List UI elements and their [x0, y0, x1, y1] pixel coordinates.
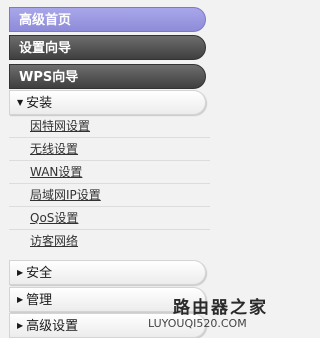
menu-security[interactable]: ▶ 安全: [9, 260, 206, 285]
menu-setup-wizard[interactable]: 设置向导: [9, 35, 206, 60]
install-submenu: 因特网设置 无线设置 WAN设置 局域网IP设置 QoS设置 访客网络: [9, 113, 210, 255]
menu-manage-label: 管理: [26, 293, 53, 308]
triangle-down-icon: ▼: [17, 98, 24, 107]
menu-wps-wizard[interactable]: WPS向导: [9, 64, 206, 89]
watermark-url: LUYOUQI520.COM: [148, 317, 247, 330]
submenu-item: 无线设置: [9, 138, 210, 161]
submenu-item: QoS设置: [9, 207, 210, 230]
submenu-item: 访客网络: [9, 230, 210, 253]
menu-wps-wizard-label: WPS向导: [19, 70, 79, 85]
menu-advanced-home-label: 高级首页: [19, 13, 72, 28]
submenu-wan-settings-link[interactable]: WAN设置: [30, 165, 82, 180]
menu-install[interactable]: ▼ 安装: [9, 90, 206, 115]
menu-setup-wizard-label: 设置向导: [19, 41, 72, 56]
triangle-right-icon: ▶: [17, 268, 24, 277]
submenu-guest-network-link[interactable]: 访客网络: [30, 234, 78, 249]
triangle-right-icon: ▶: [17, 295, 24, 304]
sidebar-menu: 高级首页 设置向导 WPS向导 ▼ 安装 因特网设置 无线设置 WAN设置 局域网…: [0, 0, 270, 338]
menu-install-label: 安装: [26, 96, 53, 111]
triangle-right-icon: ▶: [17, 321, 24, 330]
submenu-wireless-settings-link[interactable]: 无线设置: [30, 142, 78, 157]
watermark-title: 路由器之家: [173, 298, 268, 318]
submenu-lan-ip-settings-link[interactable]: 局域网IP设置: [30, 188, 101, 203]
menu-advanced-home[interactable]: 高级首页: [9, 7, 206, 32]
menu-advanced-settings-label: 高级设置: [26, 319, 79, 334]
submenu-item: 局域网IP设置: [9, 184, 210, 207]
submenu-internet-settings-link[interactable]: 因特网设置: [30, 119, 90, 134]
menu-security-label: 安全: [26, 266, 53, 281]
submenu-item: 因特网设置: [9, 115, 210, 138]
watermark: 路由器之家 LUYOUQI520.COM: [148, 293, 266, 333]
submenu-qos-settings-link[interactable]: QoS设置: [30, 211, 78, 226]
submenu-item: WAN设置: [9, 161, 210, 184]
